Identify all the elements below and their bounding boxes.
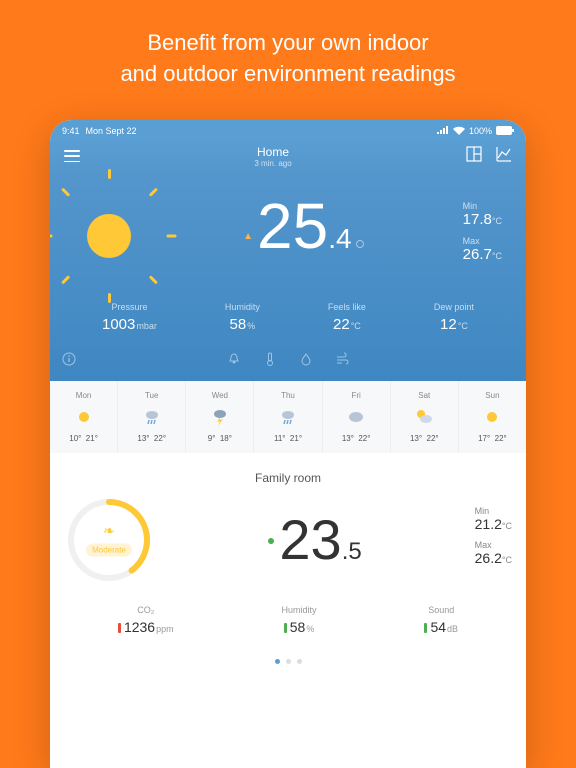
location-title[interactable]: Home 3 min. ago bbox=[254, 145, 291, 168]
leaf-icon: ❧ bbox=[86, 523, 132, 540]
forecast-day[interactable]: Fri13° 22° bbox=[323, 381, 391, 453]
outdoor-panel: ▲ 25 .4 Min 17.8°C Max 26.7°C Pressure 1… bbox=[50, 174, 526, 381]
forecast-day[interactable]: Sat13° 22° bbox=[391, 381, 459, 453]
metric-feelslike[interactable]: Feels like 22°C bbox=[328, 302, 366, 334]
sensor-indicators bbox=[64, 352, 512, 371]
metric-indoor-humidity[interactable]: Humidity 58% bbox=[282, 605, 317, 637]
trend-up-icon: ▲ bbox=[243, 231, 253, 242]
forecast-day[interactable]: Thu11° 21° bbox=[254, 381, 322, 453]
forecast-day[interactable]: Mon10° 21° bbox=[50, 381, 118, 453]
battery-icon bbox=[496, 126, 514, 137]
metric-sound[interactable]: Sound 54dB bbox=[424, 605, 458, 637]
degree-icon bbox=[356, 240, 364, 248]
graph-icon[interactable] bbox=[496, 146, 512, 167]
indoor-temperature: ● 23 .5 bbox=[267, 512, 362, 568]
metric-pressure[interactable]: Pressure 1003mbar bbox=[102, 302, 157, 334]
metric-co2[interactable]: CO₂ 1236ppm bbox=[118, 605, 174, 637]
wind-icon[interactable] bbox=[335, 352, 349, 371]
status-date: Mon Sept 22 bbox=[86, 126, 137, 136]
outdoor-temperature: ▲ 25 .4 bbox=[243, 194, 363, 278]
marketing-headline: Benefit from your own indoorand outdoor … bbox=[0, 0, 576, 108]
indoor-panel: ❧ Moderate ● 23 .5 Min 21.2°C Max 26.2°C bbox=[50, 495, 526, 605]
forecast-day[interactable]: Tue13° 22° bbox=[118, 381, 186, 453]
indoor-minmax: Min 21.2°C Max 26.2°C bbox=[475, 506, 512, 574]
indoor-metrics: CO₂ 1236ppm Humidity 58% Sound 54dB bbox=[50, 605, 526, 651]
metric-dewpoint[interactable]: Dew point 12°C bbox=[434, 302, 474, 334]
battery-pct: 100% bbox=[469, 126, 492, 136]
gauge-label: Moderate bbox=[86, 544, 132, 557]
status-time: 9:41 bbox=[62, 126, 80, 136]
last-updated: 3 min. ago bbox=[254, 159, 291, 168]
status-dot-icon: ● bbox=[267, 532, 275, 548]
forecast-day[interactable]: Wed9° 18° bbox=[186, 381, 254, 453]
forecast-row: Mon10° 21°Tue13° 22°Wed9° 18°Thu11° 21°F… bbox=[50, 381, 526, 453]
dashboard-icon[interactable] bbox=[466, 146, 482, 167]
thermometer-icon[interactable] bbox=[263, 352, 277, 371]
metric-humidity[interactable]: Humidity 58% bbox=[225, 302, 260, 334]
indoor-title: Family room bbox=[50, 453, 526, 495]
page-dots[interactable] bbox=[50, 651, 526, 672]
forecast-day[interactable]: Sun17° 22° bbox=[459, 381, 526, 453]
bell-icon[interactable] bbox=[227, 352, 241, 371]
sun-icon bbox=[74, 201, 144, 271]
menu-icon[interactable] bbox=[64, 150, 80, 162]
wifi-icon bbox=[453, 126, 465, 137]
droplet-icon[interactable] bbox=[299, 352, 313, 371]
app-header: Home 3 min. ago bbox=[50, 138, 526, 174]
status-bar: 9:41 Mon Sept 22 100% bbox=[50, 120, 526, 138]
air-quality-gauge[interactable]: ❧ Moderate bbox=[64, 495, 154, 585]
signal-icon bbox=[437, 126, 449, 136]
outdoor-minmax: Min 17.8°C Max 26.7°C bbox=[463, 201, 502, 271]
outdoor-metrics: Pressure 1003mbar Humidity 58% Feels lik… bbox=[64, 302, 512, 334]
device-frame: 9:41 Mon Sept 22 100% Home 3 min. ago bbox=[50, 120, 526, 768]
